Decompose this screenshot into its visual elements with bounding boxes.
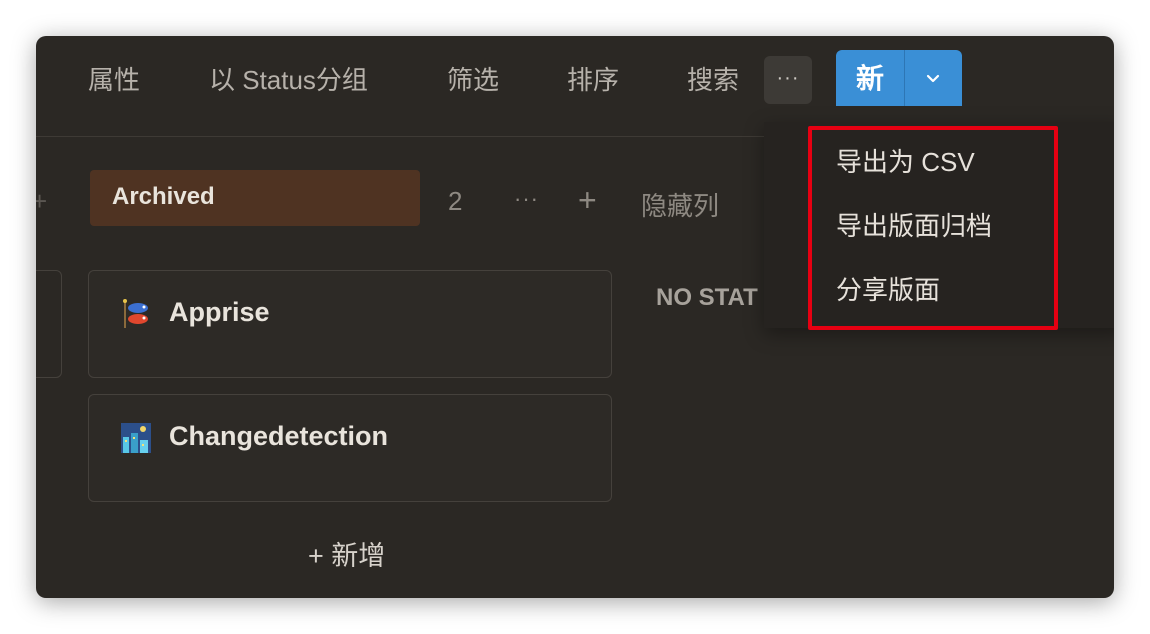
- search-button[interactable]: 搜索: [687, 62, 739, 98]
- add-new-card-button[interactable]: + 新增: [308, 534, 385, 573]
- properties-button[interactable]: 属性: [88, 62, 140, 98]
- card-apprise[interactable]: Apprise: [88, 270, 612, 378]
- no-status-column-header: NO STAT: [656, 284, 758, 311]
- new-button-label[interactable]: 新: [836, 50, 904, 106]
- card-title: Changedetection: [169, 421, 389, 451]
- new-dropdown-toggle[interactable]: [905, 50, 962, 106]
- highlight-box: [808, 126, 1058, 330]
- chevron-down-icon: [926, 74, 940, 83]
- new-button[interactable]: 新: [836, 50, 962, 106]
- hide-column-button[interactable]: 隐藏列: [641, 186, 719, 223]
- prev-column-card[interactable]: [36, 270, 62, 378]
- group-add-button[interactable]: +: [578, 182, 597, 219]
- more-options-button[interactable]: ···: [764, 56, 812, 104]
- prev-group-add-icon[interactable]: +: [36, 186, 47, 217]
- carp-streamer-icon: [123, 299, 148, 328]
- filter-button[interactable]: 筛选: [447, 62, 499, 98]
- group-more-button[interactable]: ···: [514, 186, 539, 212]
- sort-button[interactable]: 排序: [567, 62, 619, 98]
- group-tag-archived[interactable]: Archived: [90, 170, 420, 226]
- card-title: Apprise: [169, 297, 270, 327]
- group-by-button[interactable]: 以 Status分组: [209, 62, 368, 98]
- night-city-icon: [121, 423, 151, 453]
- card-changedetection[interactable]: Changedetection: [88, 394, 612, 502]
- group-count: 2: [448, 186, 463, 216]
